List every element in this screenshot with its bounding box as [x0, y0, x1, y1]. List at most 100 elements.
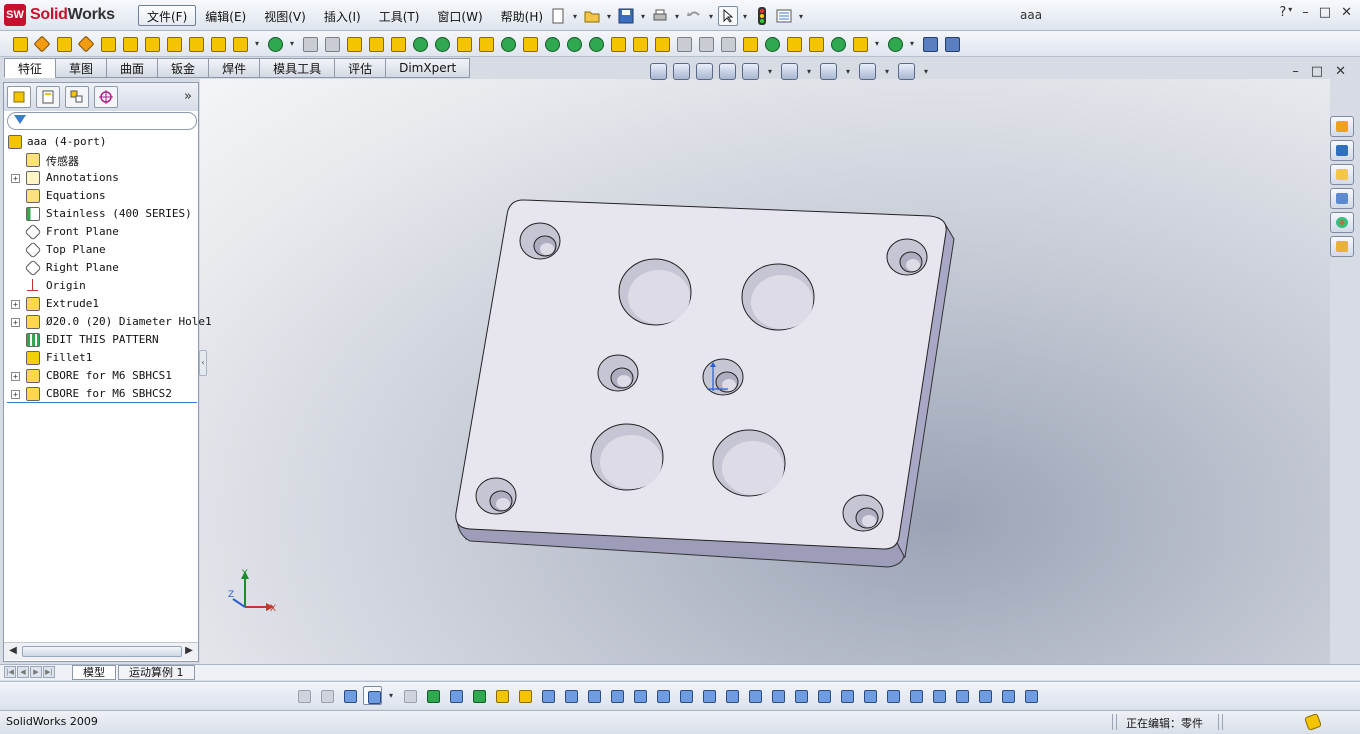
tab-features[interactable]: 特征 — [4, 58, 56, 78]
cbore-hole-2[interactable] — [886, 238, 928, 276]
scene-dropdown-icon[interactable]: ▾ — [921, 67, 931, 76]
undo-dropdown-icon[interactable]: ▾ — [706, 12, 716, 21]
close-button[interactable]: ✕ — [1341, 5, 1352, 20]
fillet-dropdown-icon[interactable]: ▾ — [252, 39, 262, 48]
section-view-icon[interactable] — [719, 63, 736, 80]
menu-insert[interactable]: 插入(I) — [315, 5, 370, 26]
minimize-button[interactable]: – — [1302, 5, 1309, 20]
last-tab-icon[interactable]: ▶| — [43, 666, 55, 678]
tree-item[interactable]: Front Plane — [4, 223, 198, 241]
clear-filters-icon[interactable] — [317, 686, 336, 705]
tree-item[interactable]: Origin — [4, 277, 198, 295]
tree-item[interactable]: + Extrude1 — [4, 295, 198, 313]
appearances-scenes-icon[interactable] — [1330, 212, 1354, 233]
filter-faces-icon[interactable] — [469, 686, 488, 705]
instant3d-toggle-icon[interactable] — [920, 34, 939, 53]
filter-cosmetic-welds-icon[interactable] — [1021, 686, 1040, 705]
graphics-area[interactable]: Y X Z — [200, 79, 1330, 664]
select-button[interactable] — [718, 6, 738, 26]
filter-geometric-tolerances-icon[interactable] — [745, 686, 764, 705]
solidworks-resources-icon[interactable] — [1330, 116, 1354, 137]
move-face-icon[interactable] — [432, 34, 451, 53]
menu-view[interactable]: 视图(V) — [255, 5, 315, 26]
composite-curve-icon[interactable] — [828, 34, 847, 53]
delete-body-icon[interactable] — [740, 34, 759, 53]
apply-scene-icon[interactable] — [898, 63, 915, 80]
tree-item[interactable]: Fillet1 — [4, 349, 198, 367]
print-button[interactable] — [650, 6, 670, 26]
dome-icon[interactable] — [388, 34, 407, 53]
rollback-bar[interactable] — [7, 402, 197, 403]
mirror-icon[interactable] — [410, 34, 429, 53]
first-tab-icon[interactable]: |◀ — [4, 666, 16, 678]
filter-sketch-points-icon[interactable] — [584, 686, 603, 705]
cavity-icon[interactable] — [718, 34, 737, 53]
filter-dowel-pins-icon[interactable] — [906, 686, 925, 705]
scroll-thumb[interactable] — [22, 646, 182, 657]
menu-file[interactable]: 文件(F) — [138, 5, 197, 26]
hide-show-dropdown-icon[interactable]: ▾ — [843, 67, 853, 76]
tree-item[interactable]: + CBORE for M6 SBHCS2 — [4, 385, 198, 403]
filter-routing-points-icon[interactable] — [952, 686, 971, 705]
filter-weld-beads-icon[interactable] — [998, 686, 1017, 705]
fillet-icon[interactable] — [230, 34, 249, 53]
filter-notes-icon[interactable] — [768, 686, 787, 705]
tree-item[interactable]: EDIT THIS PATTERN — [4, 331, 198, 349]
menu-edit[interactable]: 编辑(E) — [196, 5, 255, 26]
filter-surface-finish-icon[interactable] — [722, 686, 741, 705]
selection-dropdown-icon[interactable]: ▾ — [386, 691, 396, 700]
configuration-manager-tab[interactable] — [65, 86, 89, 108]
tree-item[interactable]: Stainless (400 SERIES) — [4, 205, 198, 223]
dimxpert-manager-tab[interactable] — [94, 86, 118, 108]
options-dropdown-icon[interactable]: ▾ — [796, 12, 806, 21]
restore-button[interactable]: □ — [1319, 5, 1331, 20]
feature-tree-tab[interactable] — [7, 86, 31, 108]
tab-mold-tools[interactable]: 模具工具 — [259, 58, 335, 78]
help-button[interactable]: ? — [1279, 5, 1286, 20]
new-dropdown-icon[interactable]: ▾ — [570, 12, 580, 21]
draft-icon[interactable] — [344, 34, 363, 53]
cbore-hole-6[interactable] — [842, 494, 884, 532]
appearance-dropdown-icon[interactable]: ▾ — [882, 67, 892, 76]
doc-restore-button[interactable]: □ — [1311, 64, 1323, 79]
save-button[interactable] — [616, 6, 636, 26]
open-button[interactable] — [582, 6, 602, 26]
filter-cosmetic-threads-icon[interactable] — [860, 686, 879, 705]
expand-toggle-icon[interactable]: + — [11, 318, 20, 327]
lofted-cut-icon[interactable] — [186, 34, 205, 53]
filter-surface-bodies-icon[interactable] — [492, 686, 511, 705]
revolved-boss-icon[interactable] — [32, 34, 51, 53]
view-orientation-icon[interactable] — [742, 63, 759, 80]
selection-arrow-icon[interactable] — [363, 686, 382, 705]
swept-cut-icon[interactable] — [164, 34, 183, 53]
scroll-right-icon[interactable]: ▶ — [182, 644, 196, 658]
tree-item[interactable]: 传感器 — [4, 151, 198, 169]
prev-tab-icon[interactable]: ◀ — [17, 666, 29, 678]
menu-tools[interactable]: 工具(T) — [370, 5, 429, 26]
print-dropdown-icon[interactable]: ▾ — [672, 12, 682, 21]
zoom-to-fit-icon[interactable] — [650, 63, 667, 80]
property-manager-tab[interactable] — [36, 86, 60, 108]
filter-mid-surfaces-icon[interactable] — [975, 686, 994, 705]
previous-view-icon[interactable] — [696, 63, 713, 80]
large-hole-4[interactable] — [712, 429, 786, 497]
tab-sketch[interactable]: 草图 — [55, 58, 107, 78]
tree-item[interactable]: Top Plane — [4, 241, 198, 259]
shell-icon[interactable] — [366, 34, 385, 53]
zoom-to-area-icon[interactable] — [673, 63, 690, 80]
feature-tree-hscrollbar[interactable]: ◀ ▶ — [4, 642, 198, 660]
panel-collapse-handle[interactable]: ‹ — [199, 350, 207, 376]
view-orientation-dropdown-icon[interactable]: ▾ — [765, 67, 775, 76]
filter-vertices-icon[interactable] — [423, 686, 442, 705]
extruded-cut-icon[interactable] — [98, 34, 117, 53]
toggle-filter-icon[interactable] — [294, 686, 313, 705]
filter-centerlines-icon[interactable] — [676, 686, 695, 705]
tree-item[interactable]: Equations — [4, 187, 198, 205]
display-style-dropdown-icon[interactable]: ▾ — [804, 67, 814, 76]
combine-icon[interactable] — [476, 34, 495, 53]
invert-selection-icon[interactable] — [400, 686, 419, 705]
feature-filter-input[interactable] — [7, 112, 197, 130]
view-palette-icon[interactable] — [1330, 188, 1354, 209]
filter-connection-points-icon[interactable] — [929, 686, 948, 705]
large-hole-3[interactable] — [590, 423, 664, 491]
